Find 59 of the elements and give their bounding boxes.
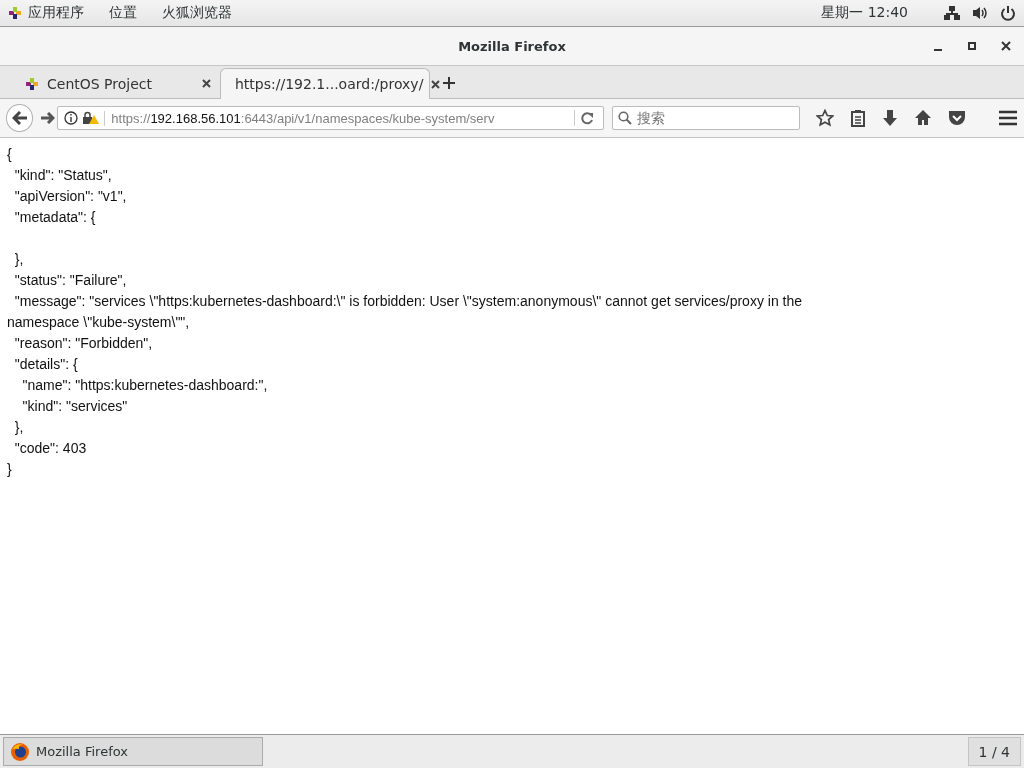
json-line: "message": "services \"https:kubernetes-dashboard:\" is forbidden: User \"system:anonymous\" cannot get services/proxy in the xyxy=(13,292,803,311)
forward-button[interactable] xyxy=(41,112,56,124)
json-line: }, xyxy=(13,250,24,269)
back-arrow-icon xyxy=(11,111,28,125)
json-line: "name": "https:kubernetes-dashboard:", xyxy=(21,376,268,395)
json-line: "details": { xyxy=(13,355,78,374)
back-button[interactable] xyxy=(6,104,34,132)
json-line: "code": 403 xyxy=(13,439,87,458)
browser-tab[interactable]: CentOS Project xyxy=(10,68,220,98)
json-line: "apiVersion": "v1", xyxy=(13,187,127,206)
plus-icon xyxy=(442,76,456,90)
json-line: namespace \"kube-system\"", xyxy=(7,313,190,332)
network-icon[interactable] xyxy=(944,5,960,21)
clipboard-icon xyxy=(850,109,866,127)
pocket-button[interactable] xyxy=(948,110,966,126)
top-menu[interactable]: 应用程序 xyxy=(28,4,84,22)
json-line: { xyxy=(7,145,12,164)
workspace-indicator[interactable]: 1 / 4 xyxy=(967,737,1021,766)
top-menu[interactable]: 火狐浏览器 xyxy=(162,4,232,22)
search-icon xyxy=(618,111,632,125)
down-arrow-icon xyxy=(882,109,898,127)
json-line: "kind": "services" xyxy=(21,397,128,416)
power-icon[interactable] xyxy=(1000,5,1016,21)
json-line: "metadata": { xyxy=(13,208,96,227)
maximize-icon xyxy=(967,41,977,51)
json-line: } xyxy=(7,460,12,479)
top-menu[interactable]: 位置 xyxy=(109,4,137,22)
download-button[interactable] xyxy=(882,109,898,127)
new-tab-button[interactable] xyxy=(442,76,456,90)
bookmark-star-button[interactable] xyxy=(816,109,834,127)
close-icon xyxy=(1001,41,1011,51)
pocket-icon xyxy=(948,110,966,126)
speaker-icon[interactable] xyxy=(972,5,988,21)
home-icon xyxy=(914,109,932,127)
lock-warning-icon[interactable] xyxy=(82,111,101,125)
flower-logo-icon xyxy=(25,76,39,91)
home-button[interactable] xyxy=(914,109,932,127)
close-icon xyxy=(202,79,211,88)
minimize-icon xyxy=(934,49,942,51)
clock[interactable]: 星期一 12:40 xyxy=(821,4,908,22)
clipboard-button[interactable] xyxy=(850,109,866,127)
json-line: "status": "Failure", xyxy=(13,271,127,290)
search-field[interactable]: 搜索 xyxy=(612,106,800,130)
flower-logo-icon xyxy=(8,6,22,20)
info-icon[interactable] xyxy=(64,111,79,125)
taskbar-window-button[interactable]: Mozilla Firefox xyxy=(3,737,263,766)
menu-icon xyxy=(998,110,1018,126)
close-icon xyxy=(431,79,441,89)
firefox-icon xyxy=(10,741,30,762)
forward-arrow-icon xyxy=(41,112,56,124)
tab-close-button[interactable] xyxy=(202,79,211,88)
json-line: "kind": "Status", xyxy=(13,166,112,185)
window-title: Mozilla Firefox xyxy=(458,38,566,54)
address-field[interactable]: https://192.168.56.101:6443/api/v1/namespaces/kube-system/serv xyxy=(57,106,604,130)
json-line: }, xyxy=(13,418,24,437)
menu-button[interactable] xyxy=(998,110,1018,126)
star-icon xyxy=(816,109,834,127)
tab-close-button[interactable] xyxy=(431,79,441,89)
json-line: "reason": "Forbidden", xyxy=(13,334,153,353)
